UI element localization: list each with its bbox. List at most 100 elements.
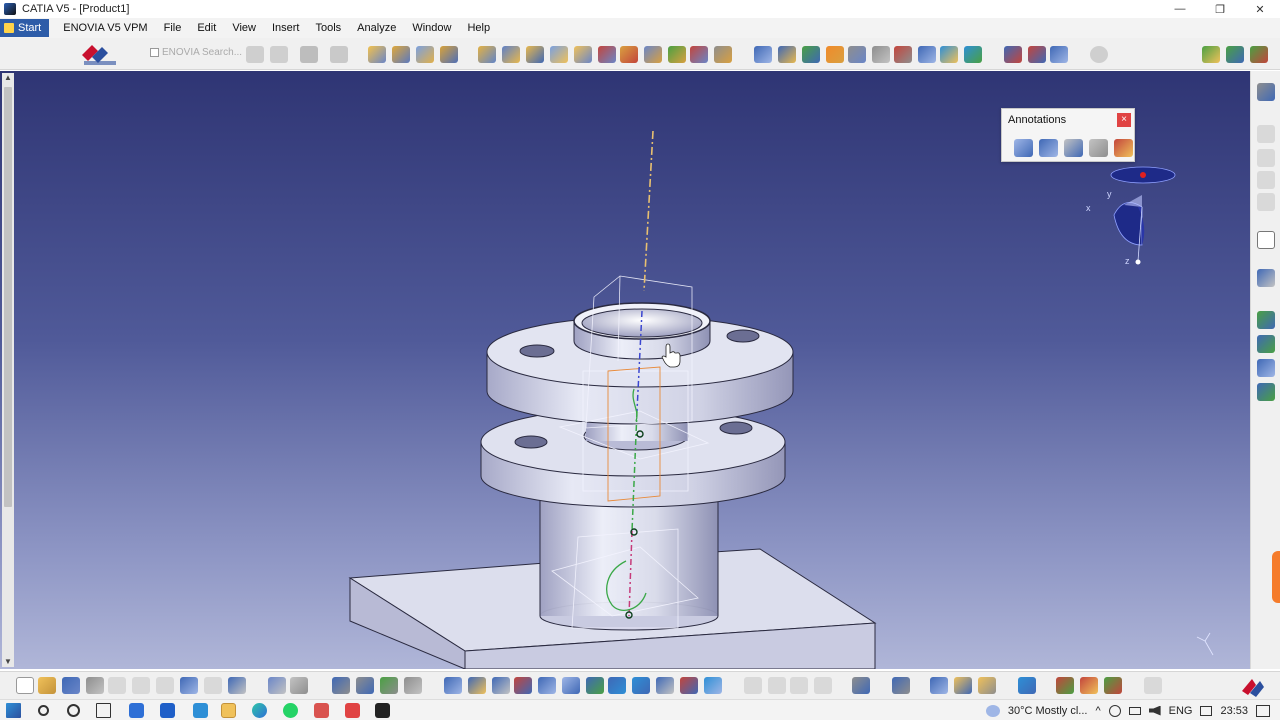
constraint-1-icon[interactable]: [478, 46, 496, 63]
constraint-6-icon[interactable]: [598, 46, 616, 63]
views-icon[interactable]: [608, 677, 626, 694]
annotation-text-leader-icon[interactable]: [1039, 139, 1058, 157]
clock[interactable]: 23:53: [1220, 705, 1248, 717]
side-panel-tab[interactable]: [1272, 551, 1280, 603]
constraint-8-icon[interactable]: [644, 46, 662, 63]
edge-icon[interactable]: [252, 703, 267, 718]
apply-material-icon[interactable]: [704, 677, 722, 694]
product-tool-icon[interactable]: [368, 46, 386, 63]
render-style-icon[interactable]: [632, 677, 650, 694]
rotate-icon[interactable]: [514, 677, 532, 694]
measure-9-icon[interactable]: [940, 46, 958, 63]
catalog-2-icon[interactable]: [1028, 46, 1046, 63]
right-tool-2-icon[interactable]: [1257, 125, 1275, 143]
scroll-thumb[interactable]: [4, 87, 12, 507]
search-options-icon[interactable]: [246, 46, 264, 63]
recorder-icon[interactable]: [345, 703, 360, 718]
right-tool-8-icon[interactable]: [1257, 311, 1275, 329]
weather-icon[interactable]: [985, 704, 1000, 717]
whats-this-icon[interactable]: [228, 677, 246, 694]
constraint-9-icon[interactable]: [668, 46, 686, 63]
comment-icon[interactable]: [290, 677, 308, 694]
menu-analyze[interactable]: Analyze: [349, 22, 404, 34]
menu-enovia[interactable]: ENOVIA V5 VPM: [55, 22, 155, 34]
select-arrow-icon[interactable]: [1257, 231, 1275, 249]
swap-space-icon[interactable]: [680, 677, 698, 694]
search-list-icon[interactable]: [270, 46, 288, 63]
menu-view[interactable]: View: [224, 22, 264, 34]
wps-icon[interactable]: [314, 703, 329, 718]
normal-view-icon[interactable]: [586, 677, 604, 694]
enovia-search[interactable]: ENOVIA Search...: [150, 47, 242, 58]
snap-tool-icon[interactable]: [440, 46, 458, 63]
right-tool-11-icon[interactable]: [1257, 383, 1275, 401]
measure-4-icon[interactable]: [826, 46, 844, 63]
menu-window[interactable]: Window: [404, 22, 459, 34]
minimize-button[interactable]: —: [1160, 0, 1200, 18]
network-icon[interactable]: [1108, 704, 1121, 717]
notifications-icon[interactable]: [1256, 704, 1270, 717]
annotations-title[interactable]: Annotations: [1002, 109, 1134, 131]
tray-chevron-icon[interactable]: ^: [1095, 705, 1100, 717]
analysis-icon[interactable]: [1104, 677, 1122, 694]
measure-7-icon[interactable]: [894, 46, 912, 63]
constraint-5-icon[interactable]: [574, 46, 592, 63]
menu-tools[interactable]: Tools: [307, 22, 349, 34]
grid-icon[interactable]: [356, 677, 374, 694]
constraint-10-icon[interactable]: [690, 46, 708, 63]
windows-start-icon[interactable]: [6, 703, 21, 718]
sectioning-icon[interactable]: [1018, 677, 1036, 694]
zoom-in-icon[interactable]: [538, 677, 556, 694]
measure-10-icon[interactable]: [964, 46, 982, 63]
compass-icon[interactable]: [1110, 166, 1176, 265]
zoom-out-icon[interactable]: [562, 677, 580, 694]
fit-all-icon[interactable]: [468, 677, 486, 694]
right-tool-5-icon[interactable]: [1257, 193, 1275, 211]
fly-mode-icon[interactable]: [444, 677, 462, 694]
cortana-icon[interactable]: [67, 704, 80, 717]
clash-icon[interactable]: [892, 677, 910, 694]
annotation-text-icon[interactable]: [1014, 139, 1033, 157]
app-icon-1[interactable]: [193, 703, 208, 718]
measure-2-icon[interactable]: [778, 46, 796, 63]
tool-bar-1-icon[interactable]: [380, 677, 398, 694]
enovia-search-checkbox[interactable]: [150, 48, 159, 57]
catalog-3-icon[interactable]: [1050, 46, 1068, 63]
store-icon[interactable]: [160, 703, 175, 718]
assembly-tool-icon[interactable]: [392, 46, 410, 63]
measure-item-icon[interactable]: [954, 677, 972, 694]
right-tool-3-icon[interactable]: [1257, 149, 1275, 167]
tool-bar-2-icon[interactable]: [404, 677, 422, 694]
measure-3-icon[interactable]: [802, 46, 820, 63]
mail-icon[interactable]: [129, 703, 144, 718]
vertical-scrollbar[interactable]: ▲ ▼: [2, 73, 14, 667]
annotation-flag-icon[interactable]: [1064, 139, 1083, 157]
undo-icon[interactable]: [180, 677, 198, 694]
annotations-close-button[interactable]: ×: [1117, 113, 1131, 127]
maximize-button[interactable]: ❐: [1200, 0, 1240, 18]
move-tool-icon[interactable]: [416, 46, 434, 63]
right-tool-4-icon[interactable]: [1257, 171, 1275, 189]
scroll-up-icon[interactable]: ▲: [3, 73, 13, 83]
catalog-browser-icon[interactable]: [1056, 677, 1074, 694]
measure-6-icon[interactable]: [872, 46, 890, 63]
file-explorer-icon[interactable]: [221, 703, 236, 718]
update-icon[interactable]: [1090, 46, 1108, 63]
menu-edit[interactable]: Edit: [189, 22, 224, 34]
capture-icon[interactable]: [852, 677, 870, 694]
formula-icon[interactable]: [268, 677, 286, 694]
weather-text[interactable]: 30°C Mostly cl...: [1008, 705, 1088, 717]
new-file-icon[interactable]: [16, 677, 34, 694]
annotation-weld-icon[interactable]: [1114, 139, 1133, 157]
battery-icon[interactable]: [1128, 706, 1141, 715]
pan-icon[interactable]: [492, 677, 510, 694]
whatsapp-icon[interactable]: [283, 703, 298, 718]
constraint-3-icon[interactable]: [526, 46, 544, 63]
table-icon[interactable]: [332, 677, 350, 694]
measure-8-icon[interactable]: [918, 46, 936, 63]
hide-show-icon[interactable]: [656, 677, 674, 694]
measure-1-icon[interactable]: [754, 46, 772, 63]
constraint-4-icon[interactable]: [550, 46, 568, 63]
catia-taskbar-icon[interactable]: [375, 703, 390, 718]
catalog-1-icon[interactable]: [1004, 46, 1022, 63]
